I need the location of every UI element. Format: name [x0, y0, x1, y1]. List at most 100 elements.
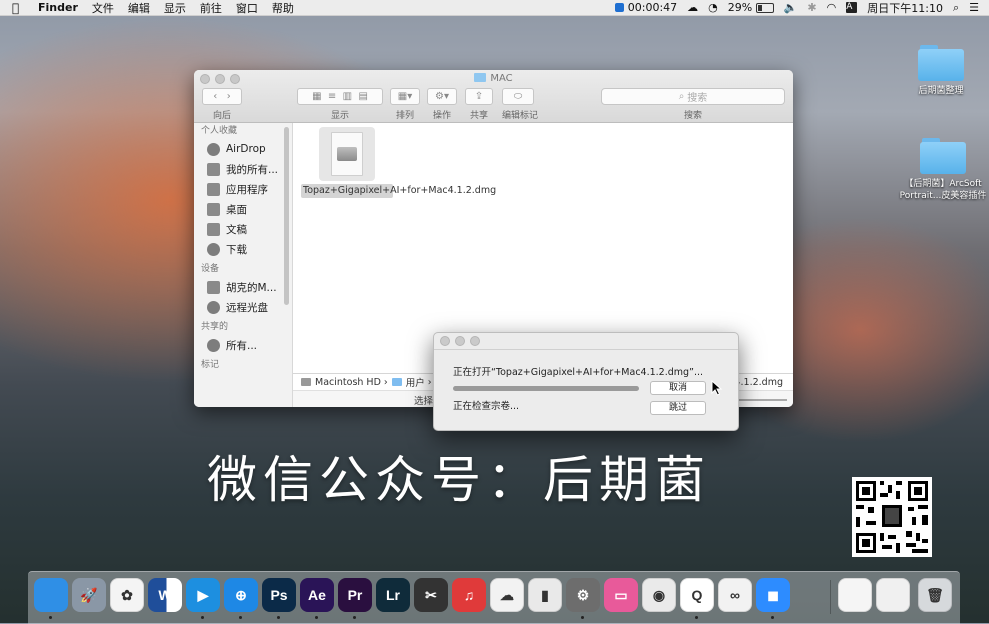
opening-dialog: 正在打开“Topaz+Gigapixel+AI+for+Mac4.1.2.dmg…	[433, 332, 739, 431]
menu-edit[interactable]: 编辑	[128, 0, 150, 16]
spotlight-search-icon[interactable]: ⌕	[953, 1, 959, 15]
menu-window[interactable]: 窗口	[236, 0, 258, 16]
zoom-button[interactable]	[470, 336, 480, 346]
share-icon: ⇪	[474, 91, 484, 102]
cloud-app-icon[interactable]: ☁	[490, 578, 524, 612]
notification-center-icon[interactable]: ☰	[969, 1, 979, 14]
arrange-label: 排列	[395, 111, 414, 121]
app-menu-finder[interactable]: Finder	[38, 1, 78, 14]
chevron-right-icon[interactable]: ›	[227, 91, 231, 102]
desktop-folder-icon[interactable]: 后期菌整理	[896, 45, 986, 97]
netease-music-icon[interactable]: ♫	[452, 578, 486, 612]
arrange-button[interactable]: ▦▾	[390, 88, 420, 105]
recent-document-2-icon[interactable]	[876, 578, 910, 612]
sidebar-item-label: 我的所有...	[226, 163, 279, 176]
sidebar-item-desktop[interactable]: 桌面	[194, 199, 292, 219]
facetime-icon[interactable]: ▮	[528, 578, 562, 612]
baidu-netdisk-icon[interactable]: ∞	[718, 578, 752, 612]
sidebar-item-all-files[interactable]: 我的所有...	[194, 159, 292, 179]
trash-icon[interactable]: 🗑	[918, 578, 952, 612]
skip-button[interactable]: 跳过	[650, 401, 706, 415]
sidebar-item-label: 文稿	[226, 223, 247, 236]
sidebar-header-shared: 共享的	[201, 322, 229, 332]
sidebar-item-downloads[interactable]: 下载	[194, 239, 292, 259]
menu-help[interactable]: 帮助	[272, 0, 294, 16]
share-button[interactable]: ⇪	[465, 88, 493, 105]
input-method-icon[interactable]: A	[846, 2, 858, 13]
running-indicator	[315, 616, 318, 619]
video-player-icon[interactable]: ▶	[186, 578, 220, 612]
back-forward-buttons[interactable]: ‹ ›	[202, 88, 242, 105]
close-button[interactable]	[440, 336, 450, 346]
search-label: 搜索	[683, 111, 702, 121]
photos-icon[interactable]: ✿	[110, 578, 144, 612]
zoom-icon[interactable]: ◼	[756, 578, 790, 612]
hard-drive-icon	[301, 378, 311, 386]
display-app-icon[interactable]: ▭	[604, 578, 638, 612]
icon-size-slider[interactable]	[733, 399, 787, 401]
word-icon[interactable]: W	[148, 578, 182, 612]
sidebar-scrollbar[interactable]	[284, 127, 289, 305]
menu-go[interactable]: 前往	[200, 0, 222, 16]
folder-icon	[920, 138, 966, 174]
list-view-icon[interactable]: ≡	[328, 91, 336, 102]
sidebar-item-airdrop[interactable]: AirDrop	[194, 139, 292, 159]
volume-icon[interactable]: 🔈	[784, 1, 798, 14]
desktop-folder-icon[interactable]: 【后期菌】ArcSoft Portrait...皮美容插件	[899, 138, 987, 202]
file-name: Topaz+Gigapixel+AI+for+Mac4.1.2.dmg	[301, 184, 497, 198]
sidebar-item-mac[interactable]: 胡克的M...	[194, 277, 292, 297]
safari-icon[interactable]: ⊕	[224, 578, 258, 612]
watermark-text: 微信公众号：后期菌	[207, 451, 711, 509]
recent-document-icon[interactable]	[838, 578, 872, 612]
time-machine-icon[interactable]: ◔	[708, 1, 718, 14]
sidebar-item-label: 桌面	[226, 203, 247, 216]
folder-icon	[391, 378, 402, 386]
action-button[interactable]: ⚙▾	[427, 88, 457, 105]
icon-view-icon[interactable]: ▦	[312, 91, 321, 102]
window-title: MAC	[194, 73, 793, 84]
qq-icon[interactable]: Q	[680, 578, 714, 612]
photoshop-icon[interactable]: Ps	[262, 578, 296, 612]
minimize-button[interactable]	[455, 336, 465, 346]
laptop-icon	[207, 280, 220, 294]
path-item-macintosh-hd[interactable]: Macintosh HD	[315, 377, 381, 388]
after-effects-icon[interactable]: Ae	[300, 578, 334, 612]
running-indicator	[49, 616, 52, 619]
wifi-icon[interactable]: ◠	[827, 1, 837, 14]
clock[interactable]: 周日下午11:10	[867, 0, 943, 16]
airdrop-icon	[207, 142, 220, 156]
sidebar-item-applications[interactable]: 应用程序	[194, 179, 292, 199]
system-preferences-icon[interactable]: ⚙	[566, 578, 600, 612]
screen-recording-status[interactable]: 00:00:47	[614, 1, 677, 14]
lightroom-icon[interactable]: Lr	[376, 578, 410, 612]
view-label: 显示	[330, 111, 349, 121]
launchpad-icon[interactable]: 🚀	[72, 578, 106, 612]
finder-sidebar: 个人收藏 AirDrop 我的所有... 应用程序 桌面 文稿 下载 设备 胡克…	[194, 123, 293, 407]
column-view-icon[interactable]: ▥	[343, 91, 352, 102]
premiere-icon[interactable]: Pr	[338, 578, 372, 612]
sidebar-item-documents[interactable]: 文稿	[194, 219, 292, 239]
apple-menu-icon[interactable]: 	[12, 1, 26, 15]
path-item-users[interactable]: 用户	[406, 375, 425, 389]
view-mode-buttons[interactable]: ▦ ≡ ▥ ▤	[297, 88, 383, 105]
dmg-file-icon	[319, 127, 375, 181]
creative-cloud-icon[interactable]: ☁	[687, 1, 698, 14]
qr-code	[852, 477, 932, 557]
edit-tags-button[interactable]: ⬭	[502, 88, 534, 105]
sidebar-item-all-shared[interactable]: 所有...	[194, 335, 292, 355]
cancel-button[interactable]: 取消	[650, 381, 706, 395]
running-indicator	[581, 616, 584, 619]
menu-view[interactable]: 显示	[164, 0, 186, 16]
battery-status[interactable]: 29%	[728, 1, 774, 14]
sidebar-item-remote-disc[interactable]: 远程光盘	[194, 297, 292, 317]
bluetooth-icon[interactable]: ✱	[807, 1, 816, 14]
status-menus: 00:00:47 ☁ ◔ 29% 🔈 ✱ ◠ A 周日下午11:10 ⌕ ☰	[614, 0, 979, 16]
finder-icon[interactable]	[34, 578, 68, 612]
gallery-view-icon[interactable]: ▤	[358, 91, 367, 102]
menu-file[interactable]: 文件	[92, 0, 114, 16]
chevron-left-icon[interactable]: ‹	[213, 91, 217, 102]
chrome-icon[interactable]: ◉	[642, 578, 676, 612]
file-item[interactable]: Topaz+Gigapixel+AI+for+Mac4.1.2.dmg	[301, 127, 497, 198]
search-input[interactable]: ⌕ 搜索	[601, 88, 785, 105]
final-cut-icon[interactable]: ✂	[414, 578, 448, 612]
